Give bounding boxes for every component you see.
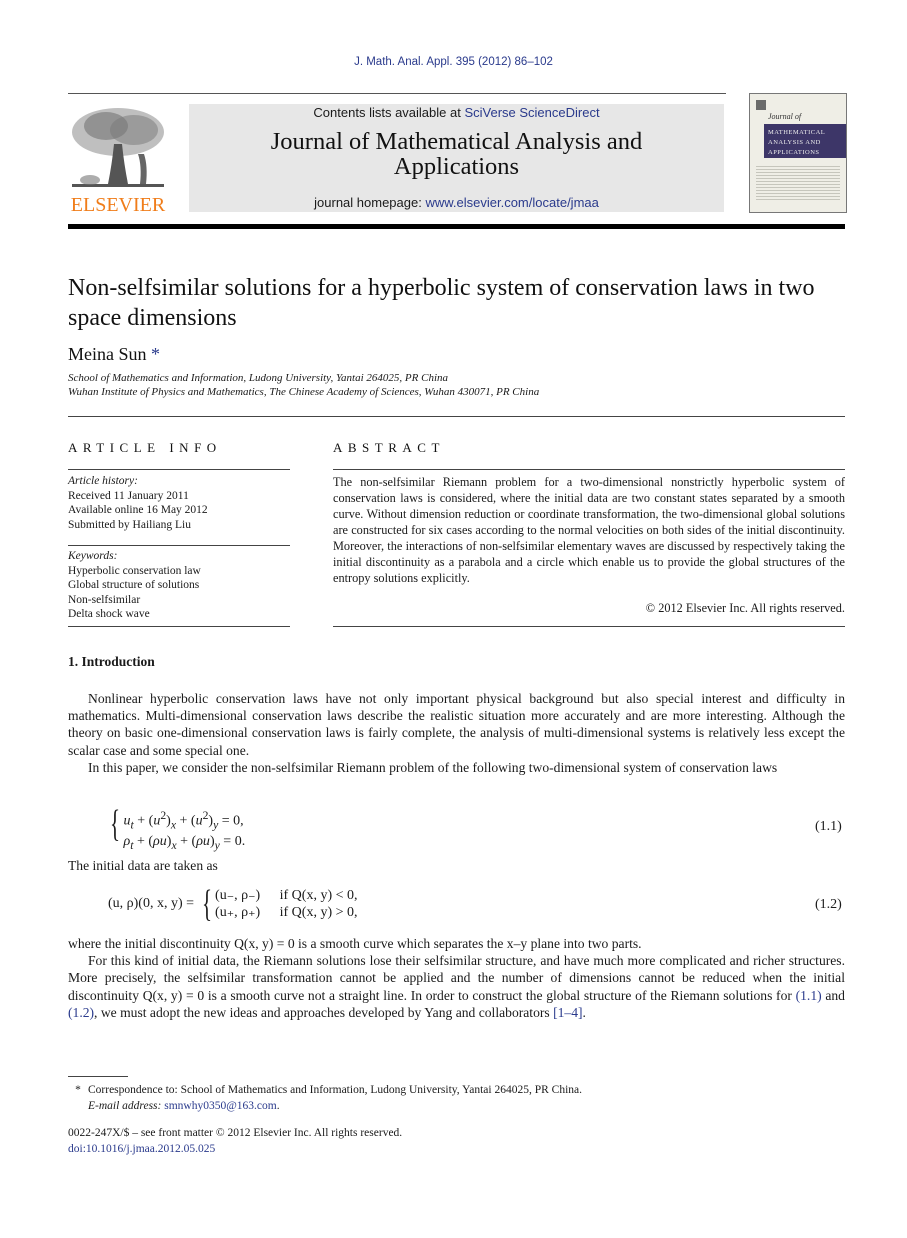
history-online: Available online 16 May 2012 [68, 504, 208, 516]
sciencedirect-link[interactable]: SciVerse ScienceDirect [464, 105, 599, 120]
footnote-rule [68, 1076, 128, 1077]
equation-1-1: { ut + (u2)x + (u2)y = 0, ρt + (ρu)x + (… [110, 803, 246, 854]
homepage-line: journal homepage: www.elsevier.com/locat… [189, 195, 724, 210]
discontinuity-sentence: where the initial discontinuity Q(x, y) … [68, 936, 642, 951]
affiliation-1: School of Mathematics and Information, L… [68, 372, 449, 384]
footnote-email: E-mail address: smnwhy0350@163.com. [68, 1098, 845, 1114]
history-received: Received 11 January 2011 [68, 489, 189, 502]
abstract-text: The non-selfsimilar Riemann problem for … [333, 475, 845, 585]
doi-link[interactable]: doi:10.1016/j.jmaa.2012.05.025 [68, 1143, 215, 1155]
equation-1-2-lhs: (u, ρ)(0, x, y) = [108, 896, 195, 911]
initial-data-sentence: The initial data are taken as [68, 858, 218, 873]
keyword: Hyperbolic conservation law [68, 564, 201, 577]
paragraph-text: . [582, 1004, 586, 1020]
keywords-label: Keywords: [68, 550, 118, 562]
homepage-prefix: journal homepage: [314, 195, 426, 210]
keyword: Non-selfsimilar [68, 593, 141, 606]
history-submitted: Submitted by Hailiang Liu [68, 518, 191, 531]
paragraph-text: For this kind of initial data, the Riema… [68, 953, 845, 1003]
divider [68, 626, 290, 627]
abstract-heading: ABSTRACT [333, 440, 445, 455]
journal-citation[interactable]: J. Math. Anal. Appl. 395 (2012) 86–102 [0, 56, 907, 68]
keywords: Keywords: Hyperbolic conservation law Gl… [68, 549, 290, 622]
author: Meina Sun * [68, 344, 160, 365]
email-label: E-mail address: [88, 1100, 165, 1112]
email-link[interactable]: smnwhy0350@163.com [164, 1100, 277, 1112]
cover-title-line3: APPLICATIONS [768, 149, 820, 156]
case-1-condition: if Q(x, y) < 0, [279, 888, 358, 903]
paper-title: Non-selfsimilar solutions for a hyperbol… [68, 275, 815, 331]
header-thick-rule [68, 224, 845, 229]
contents-line: Contents lists available at SciVerse Sci… [189, 105, 724, 120]
keyword: Delta shock wave [68, 608, 150, 620]
affiliation-2: Wuhan Institute of Physics and Mathemati… [68, 386, 540, 398]
paragraph-text: and [821, 987, 845, 1003]
equation-1-1-line-1: ut + (u2)x + (u2)y = 0, [123, 809, 244, 832]
intro-paragraphs: Nonlinear hyperbolic conservation laws h… [68, 690, 845, 776]
journal-title-line2: Applications [393, 153, 520, 180]
cover-title-line1: MATHEMATICAL [768, 129, 826, 136]
journal-title: Journal of Mathematical Analysis and App… [189, 129, 724, 179]
equation-ref-1-2[interactable]: (1.2) [68, 1005, 94, 1020]
tree-icon [72, 108, 164, 187]
equation-ref-1-1[interactable]: (1.1) [796, 988, 822, 1003]
equation-1-2: (u, ρ)(0, x, y) = { (u₋, ρ₋) (u₊, ρ₊) if… [108, 883, 358, 925]
cover-logo-icon [756, 100, 766, 110]
intro-paragraph-1: Nonlinear hyperbolic conservation laws h… [68, 691, 845, 758]
equation-number-1-2: (1.2) [815, 897, 842, 912]
footnote-star: * [75, 1084, 81, 1096]
elsevier-wordmark: ELSEVIER [70, 194, 166, 216]
contents-prefix: Contents lists available at [313, 105, 465, 120]
divider [333, 469, 845, 470]
divider [333, 626, 845, 627]
issn-block: 0022-247X/$ – see front matter © 2012 El… [68, 1125, 402, 1157]
paragraph-text: , we must adopt the new ideas and approa… [94, 1004, 554, 1020]
equation-1-1-line-2: ρt + (ρu)x + (ρu)y = 0. [123, 834, 246, 853]
journal-title-line1: Journal of Mathematical Analysis and [270, 128, 643, 155]
intro-paragraph-3: For this kind of initial data, the Riema… [68, 952, 845, 1021]
issn-line: 0022-247X/$ – see front matter © 2012 El… [68, 1127, 403, 1139]
header-divider [68, 93, 726, 94]
journal-cover-thumbnail[interactable]: Journal of MATHEMATICAL ANALYSIS AND APP… [749, 93, 847, 213]
correspondence-text: Correspondence to: School of Mathematics… [88, 1084, 583, 1096]
divider [68, 545, 290, 546]
case-2-value: (u₊, ρ₊) [215, 905, 261, 920]
left-brace: { [201, 883, 212, 925]
journal-homepage-link[interactable]: www.elsevier.com/locate/jmaa [425, 195, 598, 210]
cover-journal-of: Journal of [768, 112, 802, 121]
divider [68, 416, 845, 417]
case-1-value: (u₋, ρ₋) [215, 888, 261, 903]
intro-paragraph-2: In this paper, we consider the non-selfs… [88, 759, 778, 775]
abstract-copyright: © 2012 Elsevier Inc. All rights reserved… [645, 601, 845, 615]
article-info-heading: ARTICLE INFO [68, 440, 222, 455]
case-2-condition: if Q(x, y) > 0, [279, 905, 358, 920]
history-label: Article history: [68, 475, 138, 487]
cover-title-line2: ANALYSIS AND [768, 139, 821, 146]
post-equation-text: where the initial discontinuity Q(x, y) … [68, 935, 845, 1021]
left-brace: { [110, 803, 121, 845]
footnote: * Correspondence to: School of Mathematic… [68, 1082, 845, 1114]
citation-ref-1-4[interactable]: [1–4] [553, 1005, 582, 1020]
cover-editorial-text [756, 164, 840, 202]
keyword: Global structure of solutions [68, 579, 200, 591]
divider [68, 469, 290, 470]
author-name: Meina Sun [68, 344, 147, 364]
article-history: Article history: Received 11 January 201… [68, 474, 290, 532]
section-heading-introduction: 1. Introduction [68, 654, 155, 669]
footnote-correspondence: * Correspondence to: School of Mathematic… [68, 1082, 845, 1098]
email-end: . [276, 1100, 280, 1112]
author-footnote-mark[interactable]: * [151, 344, 160, 364]
equation-number-1-1: (1.1) [815, 819, 842, 834]
